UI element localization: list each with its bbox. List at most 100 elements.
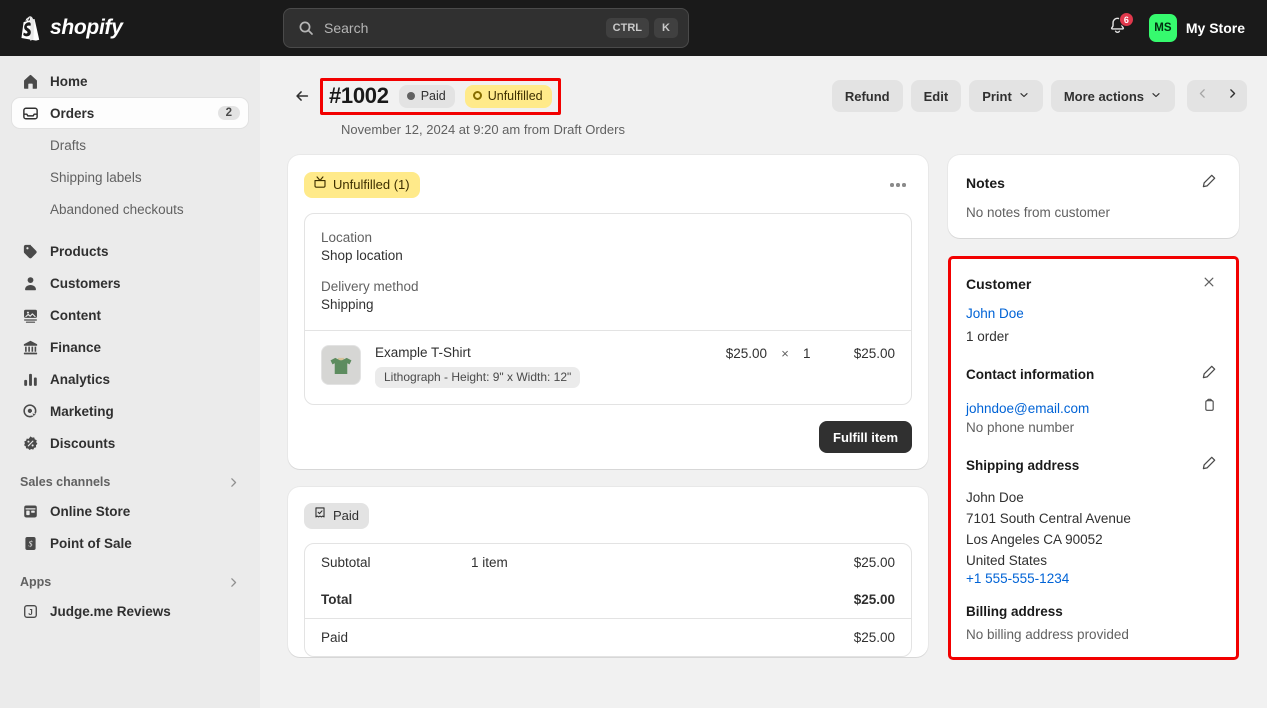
sidebar-item-analytics[interactable]: Analytics: [12, 364, 248, 394]
sidebar-item-products[interactable]: Products: [12, 236, 248, 266]
product-thumbnail[interactable]: [321, 345, 361, 385]
brand-name: shopify: [50, 16, 123, 39]
person-icon: [20, 273, 40, 293]
more-actions-button[interactable]: More actions: [1050, 80, 1175, 112]
order-title-highlight: #1002 Paid Unfulfilled: [320, 78, 561, 115]
dot: [890, 183, 894, 187]
shipping-address-line: Los Angeles CA 90052: [966, 532, 1103, 547]
status-ring-icon: [472, 91, 482, 100]
sidebar-subitem-drafts[interactable]: Drafts: [12, 130, 248, 160]
section-title: Apps: [20, 575, 52, 589]
paid-badge: Paid: [304, 503, 370, 529]
print-button-label: Print: [982, 88, 1012, 104]
judgeme-app-icon: J: [20, 601, 40, 621]
sidebar-section-sales-channels[interactable]: Sales channels: [12, 468, 248, 496]
edit-shipping-address-button[interactable]: [1197, 453, 1221, 477]
notes-body: No notes from customer: [966, 205, 1111, 220]
fulfillment-more-menu-button[interactable]: [884, 171, 912, 199]
search-input[interactable]: Search CTRL K: [283, 8, 689, 48]
notification-count-badge: 6: [1118, 12, 1134, 27]
close-customer-card-button[interactable]: [1197, 272, 1221, 296]
edit-notes-button[interactable]: [1197, 171, 1221, 195]
billing-address-body: No billing address provided: [966, 627, 1129, 642]
notifications-button[interactable]: 6: [1101, 11, 1135, 45]
chevron-left-icon: [1196, 87, 1209, 105]
payment-card-header: Paid: [288, 487, 928, 529]
delivery-method-value: Shipping: [321, 297, 374, 312]
discount-badge-icon: [20, 433, 40, 453]
header-actions: Refund Edit Print More actions: [831, 80, 1247, 112]
back-button[interactable]: [288, 82, 316, 110]
edit-button[interactable]: Edit: [910, 80, 962, 112]
previous-order-button[interactable]: [1187, 80, 1217, 112]
product-title[interactable]: Example T-Shirt: [375, 345, 697, 360]
print-button[interactable]: Print: [969, 80, 1043, 112]
sidebar-item-label: Products: [50, 243, 109, 259]
line-total: $25.00: [853, 346, 895, 361]
dot: [902, 183, 906, 187]
sidebar-item-marketing[interactable]: Marketing: [12, 396, 248, 426]
sidebar-section-apps[interactable]: Apps: [12, 568, 248, 596]
sidebar-item-online-store[interactable]: Online Store: [12, 496, 248, 526]
chevron-right-icon: [227, 576, 240, 589]
status-badge-fulfillment-label: Unfulfilled: [487, 88, 543, 103]
totals-box: Subtotal 1 item $25.00 Total $25.00 Paid…: [304, 543, 912, 657]
store-menu-button[interactable]: MS My Store: [1145, 10, 1253, 46]
copy-email-button[interactable]: [1197, 396, 1221, 420]
customer-name-link[interactable]: John Doe: [966, 306, 1221, 321]
paid-label: Paid: [321, 630, 349, 645]
delivery-method-label: Delivery method: [321, 279, 419, 294]
sidebar-item-home[interactable]: Home: [12, 66, 248, 96]
status-badge-payment-label: Paid: [420, 88, 446, 103]
sidebar-subitem-abandoned-checkouts[interactable]: Abandoned checkouts: [12, 194, 248, 224]
right-column: Notes No notes from customer Customer Jo…: [948, 155, 1239, 678]
section-title: Sales channels: [20, 475, 111, 489]
fulfill-item-button[interactable]: Fulfill item: [819, 421, 912, 453]
sidebar-item-point-of-sale[interactable]: $ Point of Sale: [12, 528, 248, 558]
tag-icon: [20, 241, 40, 261]
global-search[interactable]: Search CTRL K: [283, 8, 689, 48]
sidebar-item-finance[interactable]: Finance: [12, 332, 248, 362]
pencil-icon: [1201, 455, 1217, 476]
refund-button[interactable]: Refund: [831, 80, 903, 112]
subtotal-label: Subtotal: [321, 555, 371, 570]
page-header: #1002 Paid Unfulfilled November 12, 2024…: [260, 56, 1267, 137]
sidebar-item-judgeme-reviews[interactable]: J Judge.me Reviews: [12, 596, 248, 626]
sidebar-orders-count: 2: [217, 106, 240, 120]
customer-order-count: 1 order: [966, 329, 1009, 344]
pencil-icon: [1201, 364, 1217, 385]
shopify-brand[interactable]: shopify: [18, 15, 248, 42]
billing-address-title: Billing address: [966, 604, 1063, 619]
totals-row: Subtotal 1 item $25.00: [305, 544, 911, 581]
package-icon: [313, 175, 327, 194]
sidebar-item-label: Point of Sale: [50, 535, 132, 551]
sidebar-subitem-shipping-labels[interactable]: Shipping labels: [12, 162, 248, 192]
sidebar-item-customers[interactable]: Customers: [12, 268, 248, 298]
sidebar-item-label: Judge.me Reviews: [50, 603, 171, 619]
sidebar-item-discounts[interactable]: Discounts: [12, 428, 248, 458]
sidebar-item-label: Customers: [50, 275, 121, 291]
shopify-bag-icon: [18, 15, 42, 42]
sidebar-item-orders[interactable]: Orders 2: [12, 98, 248, 128]
next-order-button[interactable]: [1217, 80, 1247, 112]
unfulfilled-badge-label: Unfulfilled (1): [333, 176, 410, 192]
customer-email-row: johndoe@email.com: [966, 396, 1221, 420]
unfulfilled-badge: Unfulfilled (1): [304, 172, 420, 198]
status-badge-fulfillment: Unfulfilled: [464, 84, 552, 108]
sidebar-item-content[interactable]: Content: [12, 300, 248, 330]
customer-email-link[interactable]: johndoe@email.com: [966, 401, 1197, 416]
customer-card: Customer John Doe 1 order Contact inform: [948, 256, 1239, 660]
sidebar-item-label: Orders: [50, 105, 95, 121]
subtotal-amount: $25.00: [853, 555, 895, 570]
bar-chart-icon: [20, 369, 40, 389]
edit-contact-button[interactable]: [1197, 362, 1221, 386]
page-title: #1002: [329, 83, 389, 108]
kbd-ctrl: CTRL: [605, 18, 649, 38]
shipping-address-line: United States: [966, 553, 1048, 568]
line-item-row: Example T-Shirt Lithograph - Height: 9" …: [305, 331, 911, 404]
quantity: 1: [803, 346, 811, 361]
shipping-phone-link[interactable]: +1 555-555-1234: [966, 571, 1221, 586]
